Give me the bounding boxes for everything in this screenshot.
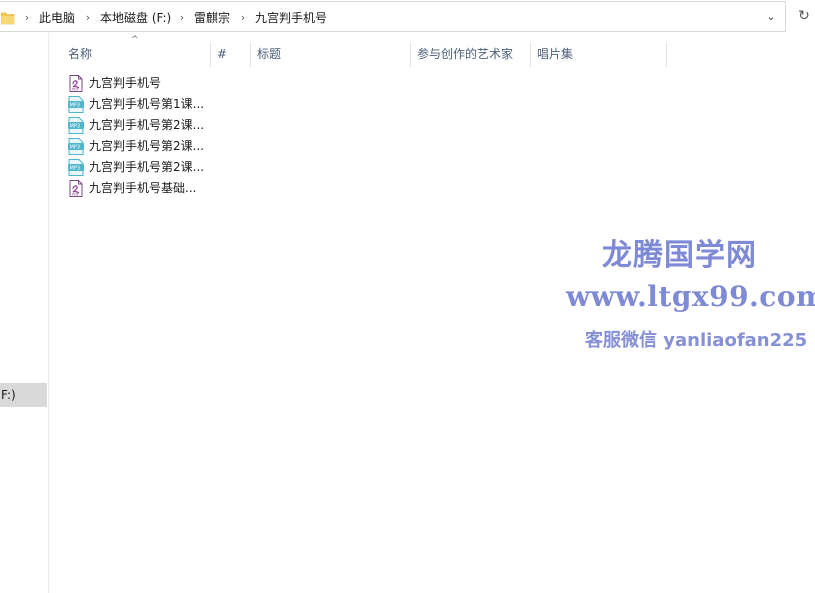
chevron-right-icon[interactable]: › <box>84 10 92 26</box>
chevron-right-icon[interactable]: › <box>178 10 186 26</box>
address-bar: › 此电脑 › 本地磁盘 (F:) › 雷麒宗 › 九宫判手机号 ⌄ ↻ <box>0 0 815 33</box>
breadcrumb-item-this-pc[interactable]: 此电脑 <box>39 10 75 26</box>
svg-text:PDF: PDF <box>72 88 79 92</box>
pdf-file-icon: PDF <box>69 75 83 92</box>
file-name[interactable]: 九宫判手机号第1课... <box>89 94 204 115</box>
breadcrumb-item-folder[interactable]: 雷麒宗 <box>194 10 230 26</box>
mp3-file-icon: MP3 <box>68 159 84 176</box>
file-row[interactable]: MP3 九宫判手机号第1课... <box>64 94 214 115</box>
mp3-file-icon: MP3 <box>68 117 84 134</box>
file-row[interactable]: MP3 九宫判手机号第2课... <box>64 157 214 178</box>
chevron-right-icon[interactable]: › <box>239 10 247 26</box>
file-row[interactable]: MP3 九宫判手机号第2课... <box>64 136 214 157</box>
chevron-right-icon: › <box>24 11 30 24</box>
file-name[interactable]: 九宫判手机号第2课... <box>89 136 204 157</box>
navigation-pane[interactable]: F:) <box>0 33 49 593</box>
column-header-title[interactable]: 标题 <box>251 40 410 68</box>
breadcrumb-item-current[interactable]: 九宫判手机号 <box>255 10 327 26</box>
file-name[interactable]: 九宫判手机号第2课... <box>89 115 204 136</box>
breadcrumb[interactable]: › 此电脑 › 本地磁盘 (F:) › 雷麒宗 › 九宫判手机号 ⌄ <box>0 1 786 32</box>
svg-text:PDF: PDF <box>72 193 79 197</box>
pdf-file-icon: PDF <box>69 180 83 197</box>
folder-icon <box>1 12 15 25</box>
watermark-title: 龙腾国学网 <box>602 238 757 273</box>
file-name[interactable]: 九宫判手机号 <box>89 73 161 94</box>
file-row[interactable]: MP3 九宫判手机号第2课... <box>64 115 214 136</box>
breadcrumb-item-local-disk[interactable]: 本地磁盘 (F:) <box>100 10 171 26</box>
mp3-file-icon: MP3 <box>68 138 84 155</box>
file-name[interactable]: 九宫判手机号第2课... <box>89 157 204 178</box>
nav-item-drive-f[interactable]: F:) <box>0 383 47 407</box>
column-header-artist[interactable]: 参与创作的艺术家 <box>411 40 530 68</box>
svg-text:MP3: MP3 <box>70 103 81 109</box>
column-header-row: 名称 # 标题 参与创作的艺术家 唱片集 <box>0 40 815 68</box>
column-header-number[interactable]: # <box>211 40 250 68</box>
watermark-contact: 客服微信 yanliaofan225 <box>585 330 808 351</box>
column-header-name[interactable]: 名称 <box>62 40 211 68</box>
svg-text:MP3: MP3 <box>70 124 81 130</box>
file-row[interactable]: PDF 九宫判手机号基础... <box>64 178 214 199</box>
mp3-file-icon: MP3 <box>68 96 84 113</box>
file-row[interactable]: PDF 九宫判手机号 <box>64 73 214 94</box>
file-name[interactable]: 九宫判手机号基础... <box>89 178 196 199</box>
column-header-album[interactable]: 唱片集 <box>531 40 666 68</box>
column-divider[interactable] <box>666 42 667 68</box>
refresh-icon[interactable]: ↻ <box>794 6 814 26</box>
watermark-url: www.ltgx99.com <box>566 280 815 313</box>
svg-text:MP3: MP3 <box>70 166 81 172</box>
svg-text:MP3: MP3 <box>70 145 81 151</box>
chevron-down-icon[interactable]: ⌄ <box>762 10 780 26</box>
